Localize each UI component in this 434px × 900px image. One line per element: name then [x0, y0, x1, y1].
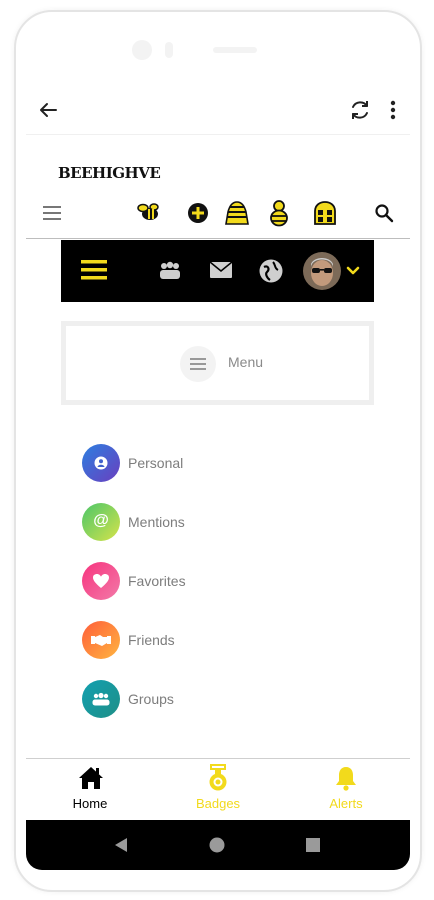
nav-home[interactable]: Home [26, 760, 154, 818]
nav-label: Alerts [329, 796, 363, 811]
sensor [165, 42, 173, 58]
mail-icon[interactable] [209, 261, 233, 279]
list-item-groups[interactable]: Groups [82, 680, 282, 718]
main-nav-bar [61, 240, 374, 302]
list-item-label: Mentions [128, 514, 185, 530]
beehive-icon[interactable] [224, 200, 250, 226]
front-camera [132, 40, 152, 60]
chevron-down-icon[interactable] [346, 266, 360, 276]
list-item-mentions[interactable]: @ Mentions [82, 503, 282, 541]
at-icon: @ [82, 503, 120, 541]
bell-icon [336, 767, 356, 791]
system-recents-icon[interactable] [306, 838, 320, 852]
hive-house-icon[interactable] [312, 200, 338, 226]
header-icon-row [26, 198, 410, 228]
back-arrow-icon[interactable] [36, 98, 60, 122]
more-options-icon[interactable] [384, 98, 402, 122]
list-item-label: Groups [128, 691, 174, 707]
search-icon[interactable] [374, 203, 394, 223]
heart-icon [82, 562, 120, 600]
list-item-label: Personal [128, 455, 184, 471]
hamburger-menu-icon [190, 358, 206, 370]
bee-icon[interactable] [136, 200, 162, 226]
nav-badges[interactable]: Badges [154, 760, 282, 818]
list-item-friends[interactable]: Friends [82, 621, 282, 659]
app-top-bar [26, 90, 410, 135]
hamburger-menu-icon[interactable] [81, 259, 107, 281]
home-icon [79, 767, 103, 789]
nav-alerts[interactable]: Alerts [282, 760, 410, 818]
system-back-icon[interactable] [114, 837, 128, 853]
menu-panel: Menu [61, 321, 374, 405]
user-avatar[interactable] [302, 251, 342, 291]
list-item-personal[interactable]: Personal [82, 444, 282, 482]
globe-icon[interactable] [258, 258, 284, 284]
nav-label: Badges [195, 796, 241, 811]
list-item-label: Favorites [128, 573, 186, 589]
screen: BEEHIGHVE Menu Personal @ Mentions Favor… [26, 90, 410, 870]
community-icon[interactable] [158, 260, 182, 282]
system-home-icon[interactable] [209, 837, 225, 853]
earpiece-speaker [213, 47, 257, 53]
hamburger-menu-icon[interactable] [42, 203, 62, 223]
system-navigation-bar [26, 820, 410, 870]
badge-icon [209, 764, 227, 791]
person-icon [82, 444, 120, 482]
handshake-icon [82, 621, 120, 659]
group-icon [82, 680, 120, 718]
add-circle-icon[interactable] [186, 201, 210, 225]
bee-figure-icon[interactable] [268, 199, 290, 227]
list-item-favorites[interactable]: Favorites [82, 562, 282, 600]
bottom-nav-divider [26, 758, 410, 759]
refresh-icon[interactable] [348, 98, 372, 122]
menu-toggle-button[interactable] [180, 346, 216, 382]
brand-logo-text[interactable]: BEEHIGHVE [58, 164, 161, 182]
nav-label: Home [72, 796, 108, 811]
list-item-label: Friends [128, 632, 175, 648]
header-divider [26, 238, 410, 239]
menu-label[interactable]: Menu [228, 354, 263, 370]
